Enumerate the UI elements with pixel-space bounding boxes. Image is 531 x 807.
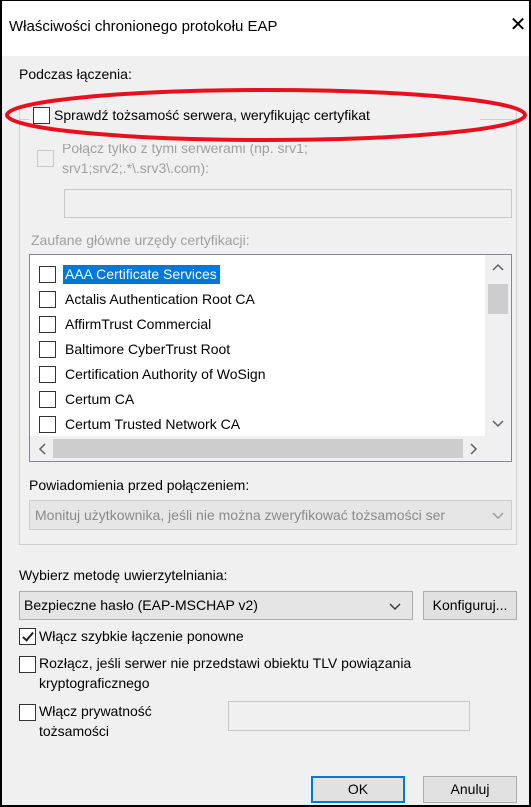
- certificate-checkbox[interactable]: [39, 341, 56, 358]
- notifications-value: Monituj użytkownika, jeśli nie można zwe…: [35, 507, 446, 523]
- certificate-checkbox[interactable]: [39, 266, 56, 283]
- certificate-name: Baltimore CyberTrust Root: [65, 341, 231, 357]
- scroll-down-icon[interactable]: [492, 420, 504, 428]
- auth-method-value: Bezpieczne hasło (EAP-MSCHAP v2): [24, 597, 258, 613]
- auth-method-label: Wybierz metodę uwierzytelniania:: [19, 567, 228, 583]
- identity-privacy-label-line2[interactable]: tożsamości: [39, 723, 109, 739]
- fast-reconnect-label[interactable]: Włącz szybkie łączenie ponowne: [39, 628, 244, 644]
- list-item[interactable]: Actalis Authentication Root CA: [30, 287, 485, 312]
- connect-servers-label-line2: srv1;srv2;.*\.srv3\.com):: [62, 160, 210, 176]
- list-item[interactable]: Certum Trusted Network CA: [30, 412, 485, 437]
- list-item[interactable]: Baltimore CyberTrust Root: [30, 337, 485, 362]
- connect-servers-checkbox: [37, 150, 54, 167]
- certificate-name: Certum CA: [65, 391, 135, 407]
- list-item[interactable]: AAA Certificate Services: [30, 262, 485, 287]
- connect-section-label: Podczas łączenia:: [19, 66, 132, 82]
- window-title: Właściwości chronionego protokołu EAP: [9, 18, 278, 35]
- certificate-name: AffirmTrust Commercial: [65, 316, 212, 332]
- certificate-checkbox[interactable]: [39, 416, 56, 433]
- servers-input: [64, 189, 512, 218]
- disconnect-tlv-label-line1[interactable]: Rozłącz, jeśli serwer nie przedstawi obi…: [39, 655, 411, 671]
- certificate-checkbox[interactable]: [39, 291, 56, 308]
- auth-method-select[interactable]: Bezpieczne hasło (EAP-MSCHAP v2): [19, 591, 413, 620]
- certificate-name: AAA Certificate Services: [63, 265, 220, 284]
- list-item[interactable]: Certification Authority of WoSign: [30, 362, 485, 387]
- verify-certificate-checkbox[interactable]: [33, 107, 50, 124]
- group-border-left: [19, 119, 29, 120]
- notifications-select: Monituj użytkownika, jeśli nie można zwe…: [29, 500, 512, 530]
- ok-button[interactable]: OK: [311, 776, 405, 803]
- configure-button[interactable]: Konfiguruj...: [423, 591, 517, 620]
- chevron-down-icon: [492, 512, 504, 519]
- certificate-name: Actalis Authentication Root CA: [65, 291, 255, 307]
- scroll-up-icon[interactable]: [492, 263, 504, 271]
- certificate-checkbox[interactable]: [39, 366, 56, 383]
- scrollbar-corner: [485, 436, 511, 461]
- certificate-name: Certum Trusted Network CA: [65, 416, 241, 432]
- close-button[interactable]: ✕: [508, 14, 528, 36]
- chevron-down-icon[interactable]: [386, 597, 404, 615]
- list-item[interactable]: AffirmTrust Commercial: [30, 312, 485, 337]
- disconnect-tlv-label-line2[interactable]: kryptograficznego: [39, 675, 150, 691]
- vertical-scrollbar[interactable]: [485, 255, 511, 436]
- identity-privacy-checkbox[interactable]: [19, 704, 36, 721]
- trusted-roots-label: Zaufane główne urzędy certyfikacji:: [31, 232, 250, 248]
- cancel-button[interactable]: Anuluj: [423, 776, 517, 803]
- scroll-left-icon[interactable]: [38, 443, 46, 455]
- identity-privacy-label-line1[interactable]: Włącz prywatność: [39, 703, 152, 719]
- disconnect-tlv-checkbox[interactable]: [19, 656, 36, 673]
- notifications-label: Powiadomienia przed połączeniem:: [29, 477, 250, 493]
- vertical-scroll-thumb[interactable]: [488, 284, 508, 314]
- verify-certificate-label[interactable]: Sprawdź tożsamość serwera, weryfikując c…: [54, 107, 370, 123]
- certificate-checkbox[interactable]: [39, 316, 56, 333]
- horizontal-scrollbar[interactable]: [30, 436, 511, 461]
- identity-input: [228, 701, 470, 731]
- scroll-right-icon[interactable]: [470, 443, 478, 455]
- certificate-name: Certification Authority of WoSign: [65, 366, 266, 382]
- horizontal-scroll-thumb[interactable]: [53, 439, 463, 458]
- certificate-checkbox[interactable]: [39, 391, 56, 408]
- fast-reconnect-checkbox[interactable]: [19, 628, 36, 645]
- certificate-list[interactable]: AAA Certificate Services Actalis Authent…: [29, 254, 512, 462]
- group-border-right: [480, 119, 517, 120]
- list-item[interactable]: Certum CA: [30, 387, 485, 412]
